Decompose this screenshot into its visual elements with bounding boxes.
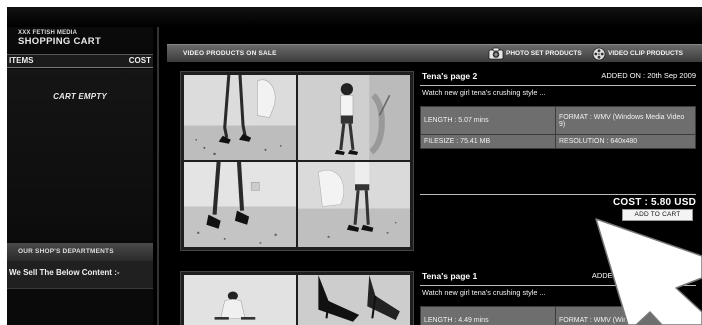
top-bar bbox=[7, 7, 702, 27]
spec-length: LENGTH : 5.07 mins bbox=[421, 107, 555, 134]
added-date: ADDED ON : 20th Sep 2009 bbox=[601, 71, 696, 80]
product-thumbnail[interactable] bbox=[180, 271, 414, 325]
product-card: Tena's page 1 ADDED O Watch new girl ten… bbox=[167, 267, 702, 325]
film-reel-icon bbox=[592, 47, 606, 60]
departments-header: OUR SHOP'S DEPARTMENTS bbox=[7, 243, 153, 261]
thumbnail-photo bbox=[298, 75, 410, 160]
thumbnail-photo bbox=[298, 275, 410, 325]
divider bbox=[420, 285, 696, 286]
spec-format: FORMAT : WMV (Windo bbox=[556, 307, 695, 325]
camera-icon bbox=[488, 47, 504, 60]
departments-body: We Sell The Below Content :- bbox=[7, 261, 153, 289]
cart-col-cost: COST bbox=[128, 56, 151, 65]
cart-body: CART EMPTY bbox=[7, 69, 153, 239]
photo-set-products-label: PHOTO SET PRODUCTS bbox=[506, 50, 582, 57]
thumbnail-photo bbox=[298, 162, 410, 247]
cart-col-items: ITEMS bbox=[9, 56, 34, 65]
section-title: VIDEO PRODUCTS ON SALE bbox=[183, 50, 277, 57]
thumbnail-photo bbox=[184, 75, 296, 160]
added-date: ADDED O bbox=[591, 271, 626, 280]
site-shell: XXX FETISH MEDIA SHOPPING CART ITEMS COS… bbox=[7, 27, 702, 325]
cart-empty-message: CART EMPTY bbox=[53, 92, 107, 101]
product-title[interactable]: Tena's page 1 bbox=[422, 271, 477, 281]
video-clip-products-link[interactable]: VIDEO CLIP PRODUCTS bbox=[592, 45, 683, 62]
spec-format: FORMAT : WMV (Windows Media Video 9) bbox=[556, 107, 695, 134]
section-bar: VIDEO PRODUCTS ON SALE PHOTO SET PRODUCT… bbox=[167, 44, 702, 62]
departments-text: We Sell The Below Content :- bbox=[9, 268, 120, 277]
cart-header-title: SHOPPING CART bbox=[18, 36, 102, 47]
spec-filesize: FILESIZE : 75.41 MB bbox=[421, 135, 555, 148]
thumbnail-photo bbox=[184, 162, 296, 247]
spec-resolution: RESOLUTION : 640x480 bbox=[556, 135, 695, 148]
divider bbox=[420, 194, 696, 195]
main-content: VIDEO PRODUCTS ON SALE PHOTO SET PRODUCT… bbox=[162, 27, 702, 325]
column-divider bbox=[157, 27, 159, 325]
photo-set-products-link[interactable]: PHOTO SET PRODUCTS bbox=[488, 45, 582, 62]
product-thumbnail[interactable] bbox=[180, 71, 414, 251]
thumbnail-photo bbox=[184, 275, 296, 325]
add-to-cart-button[interactable]: ADD TO CART bbox=[622, 209, 693, 221]
video-clip-products-label: VIDEO CLIP PRODUCTS bbox=[608, 50, 684, 57]
sidebar: XXX FETISH MEDIA SHOPPING CART ITEMS COS… bbox=[7, 27, 153, 325]
product-description: Watch new girl tena's crushing style ... bbox=[422, 288, 546, 297]
page-frame: XXX FETISH MEDIA SHOPPING CART ITEMS COS… bbox=[0, 0, 702, 325]
product-title[interactable]: Tena's page 2 bbox=[422, 71, 477, 81]
product-card: Tena's page 2 ADDED ON : 20th Sep 2009 W… bbox=[167, 67, 702, 259]
cart-column-headers: ITEMS COST bbox=[7, 54, 153, 68]
spec-length: LENGTH : 4.49 mins bbox=[421, 307, 555, 325]
cart-header: XXX FETISH MEDIA SHOPPING CART bbox=[7, 27, 153, 52]
product-cost: COST : 5.80 USD bbox=[612, 197, 696, 208]
spec-table: LENGTH : 5.07 mins FORMAT : WMV (Windows… bbox=[420, 106, 696, 149]
product-description: Watch new girl tena's crushing style ... bbox=[422, 88, 546, 97]
spec-table: LENGTH : 4.49 mins FORMAT : WMV (Windo bbox=[420, 306, 696, 325]
divider bbox=[420, 85, 696, 86]
